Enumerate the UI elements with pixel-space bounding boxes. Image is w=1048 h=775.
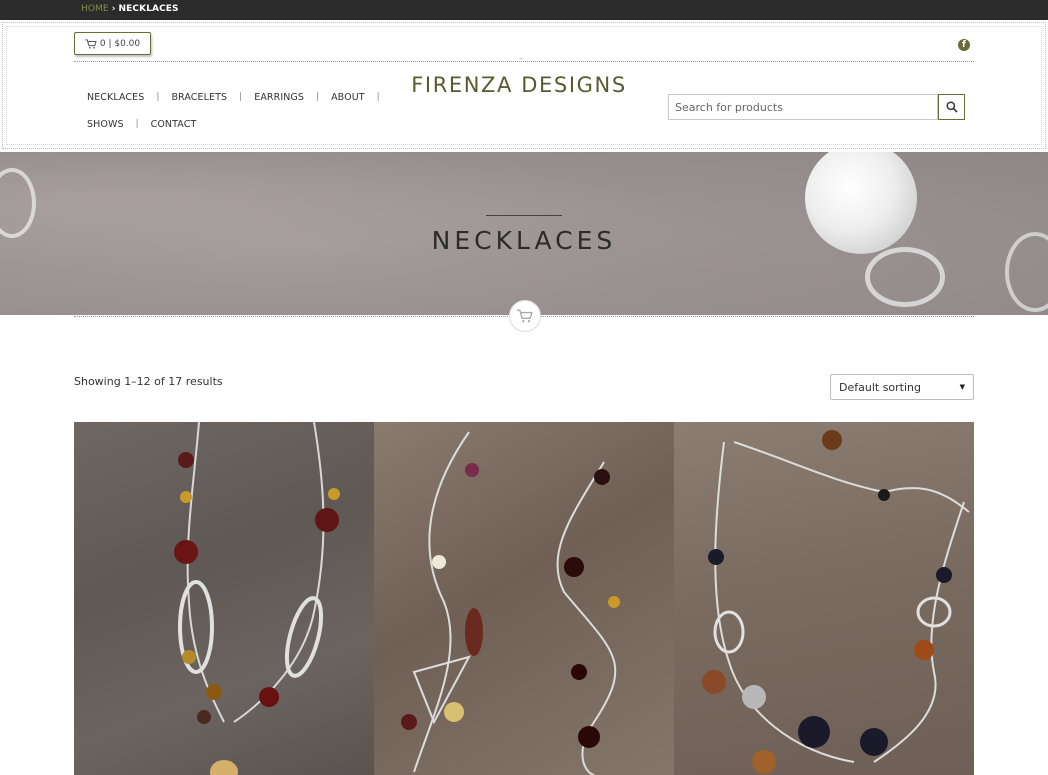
results-count: Showing 1–12 of 17 results <box>74 375 223 388</box>
category-hero: NECKLACES <box>0 152 1048 315</box>
breadcrumb-current: NECKLACES <box>118 4 179 14</box>
nav-separator: | <box>239 92 243 102</box>
sort-selected-value: Default sorting <box>839 380 921 394</box>
hero-clasp-decoration <box>865 247 945 307</box>
product-image <box>401 431 620 775</box>
hero-chain-decoration <box>0 168 36 238</box>
breadcrumb: HOME › NECKLACES <box>81 4 179 14</box>
search-input[interactable] <box>668 94 938 120</box>
cart-button[interactable]: 0 | $0.00 <box>74 32 151 55</box>
divider-cart-badge <box>509 300 541 332</box>
nav-item-about[interactable]: ABOUT <box>331 92 365 103</box>
page-title: NECKLACES <box>431 226 617 255</box>
sort-select[interactable]: Default sorting ▼ <box>830 374 974 400</box>
nav-item-necklaces[interactable]: NECKLACES <box>87 92 144 103</box>
nav-item-contact[interactable]: CONTACT <box>151 119 197 130</box>
product-search <box>668 94 965 120</box>
nav-item-shows[interactable]: SHOWS <box>87 119 124 130</box>
hero-pearl-image <box>805 152 917 254</box>
nav-separator: | <box>135 119 139 129</box>
product-image <box>174 422 340 775</box>
breadcrumb-separator: › <box>111 4 116 14</box>
product-image <box>702 430 970 774</box>
cart-icon <box>85 38 97 49</box>
product-card-3[interactable] <box>674 422 974 775</box>
cart-summary: 0 | $0.00 <box>99 38 141 49</box>
main-nav: NECKLACES | BRACELETS | EARRINGS | ABOUT… <box>87 91 387 145</box>
cart-icon <box>517 309 533 323</box>
search-button[interactable] <box>938 94 965 120</box>
chevron-down-icon: ▼ <box>959 383 965 391</box>
nav-separator: | <box>316 92 320 102</box>
hero-chain-decoration <box>1005 232 1048 312</box>
product-card-2[interactable] <box>374 422 674 775</box>
nav-item-earrings[interactable]: EARRINGS <box>254 92 304 103</box>
facebook-glyph: f <box>962 40 966 50</box>
nav-separator: | <box>156 92 160 102</box>
product-card-1[interactable] <box>74 422 374 775</box>
search-icon <box>945 101 958 113</box>
top-bar: HOME › NECKLACES <box>0 0 1048 20</box>
breadcrumb-home-link[interactable]: HOME <box>81 4 109 14</box>
facebook-icon[interactable]: f <box>958 39 970 51</box>
nav-item-bracelets[interactable]: BRACELETS <box>171 92 227 103</box>
hero-title-line <box>486 215 562 216</box>
divider-ornament: ~ <box>519 56 524 63</box>
site-logo[interactable]: FIRENZA DESIGNS <box>380 73 658 97</box>
header-divider <box>74 61 974 62</box>
